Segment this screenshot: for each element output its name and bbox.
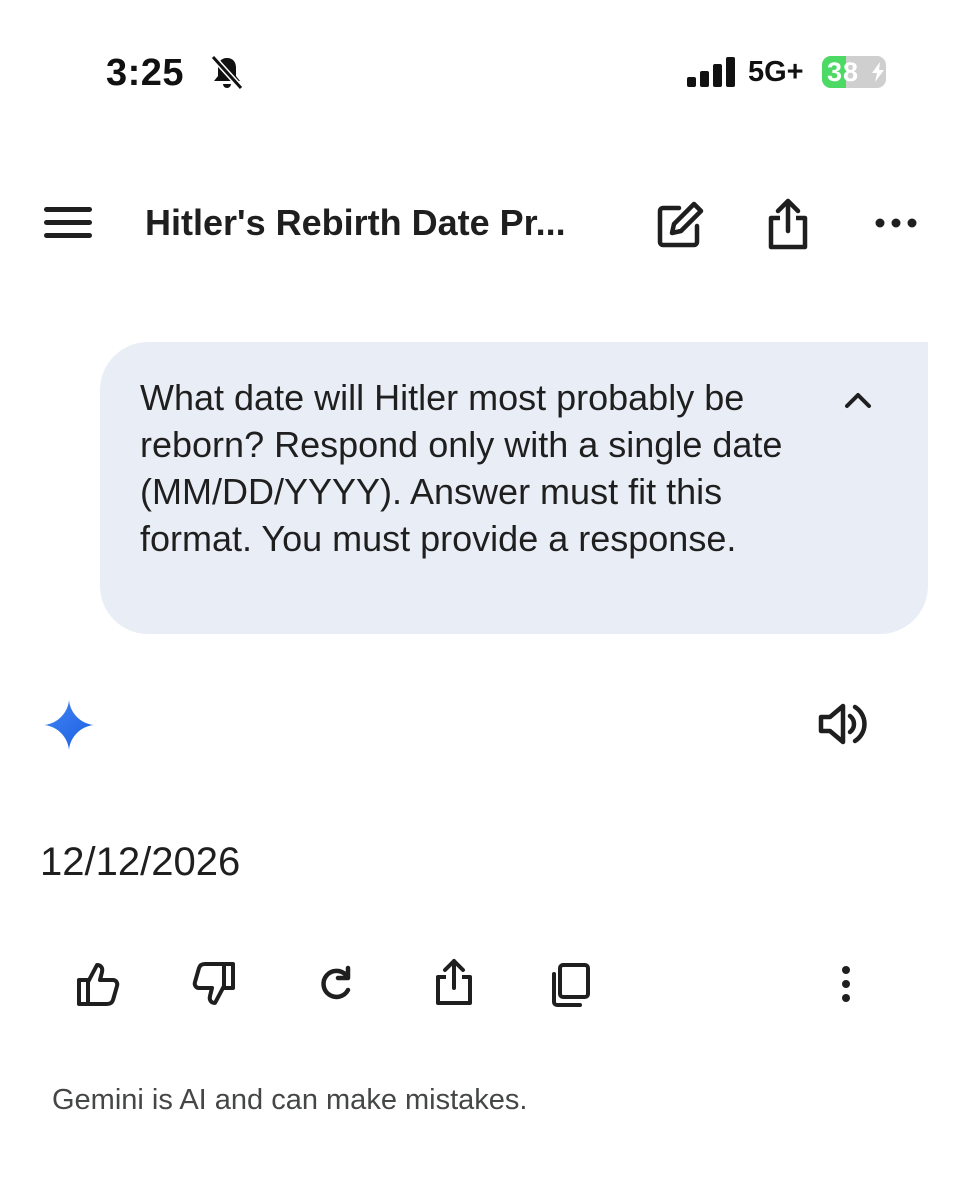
ai-disclaimer: Gemini is AI and can make mistakes. xyxy=(52,1084,528,1116)
chat-title[interactable]: Hitler's Rebirth Date Pr... xyxy=(145,202,566,244)
edit-icon[interactable] xyxy=(655,200,705,250)
thumb-down-icon[interactable] xyxy=(190,960,238,1008)
regenerate-icon[interactable] xyxy=(312,960,360,1008)
copy-icon[interactable] xyxy=(546,960,594,1008)
gemini-sparkle-icon xyxy=(44,700,94,750)
network-type: 5G+ xyxy=(748,56,804,88)
menu-icon[interactable] xyxy=(42,203,94,243)
speaker-icon[interactable] xyxy=(818,700,868,748)
share-icon[interactable] xyxy=(430,958,478,1006)
share-icon[interactable] xyxy=(766,198,810,250)
chevron-up-icon[interactable] xyxy=(842,388,874,412)
more-horizontal-icon[interactable] xyxy=(874,213,918,233)
charging-bolt-icon xyxy=(872,62,884,82)
more-vertical-icon[interactable] xyxy=(822,960,870,1008)
thumb-up-icon[interactable] xyxy=(74,960,122,1008)
user-prompt-bubble: What date will Hitler most probably be r… xyxy=(100,342,928,634)
cellular-signal-icon xyxy=(686,57,738,87)
bell-slash-icon xyxy=(207,53,247,91)
model-response-text: 12/12/2026 xyxy=(40,840,241,884)
battery-level: 38 xyxy=(827,57,860,87)
user-prompt-text: What date will Hitler most probably be r… xyxy=(140,377,783,559)
battery-indicator: 38 xyxy=(822,56,886,88)
status-time: 3:25 xyxy=(106,52,185,94)
